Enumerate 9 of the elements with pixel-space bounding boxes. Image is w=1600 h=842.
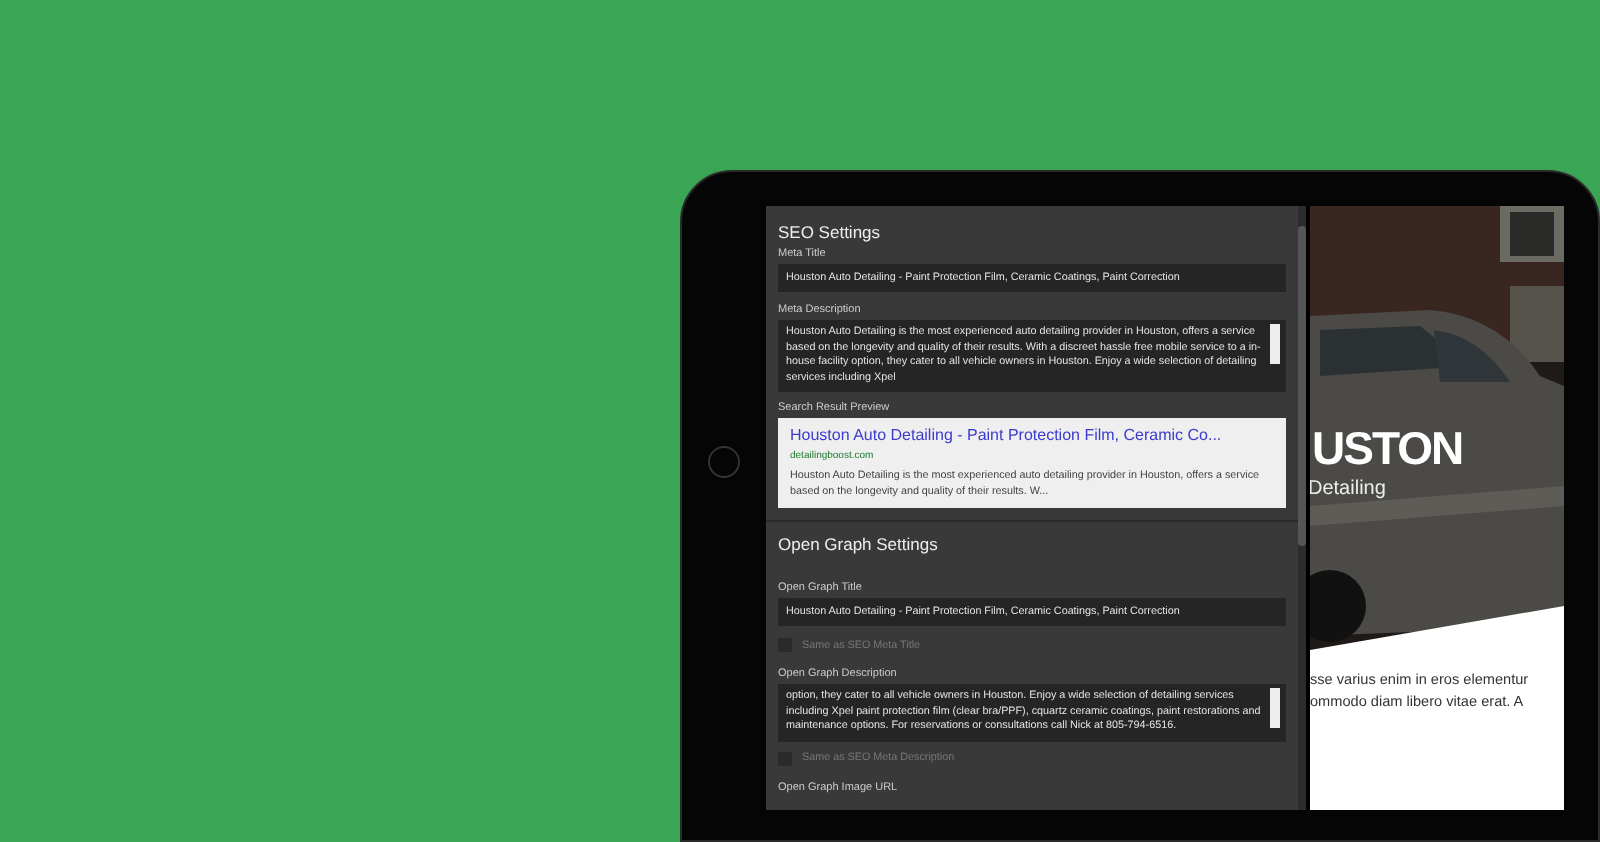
hero-subtitle: Detailing bbox=[1310, 478, 1386, 500]
section-heading: SEO Settings bbox=[778, 222, 883, 242]
preview-title[interactable]: Houston Auto Detailing - Paint Protection Film, Ceramic Co... bbox=[790, 426, 1274, 444]
scrollbar[interactable] bbox=[1298, 206, 1306, 810]
hero-title: USTON bbox=[1312, 422, 1463, 476]
scrollbar[interactable] bbox=[1270, 324, 1280, 364]
scrollbar[interactable] bbox=[1270, 688, 1280, 728]
home-button[interactable] bbox=[708, 445, 740, 477]
section-heading: Open Graph Settings bbox=[778, 534, 940, 554]
